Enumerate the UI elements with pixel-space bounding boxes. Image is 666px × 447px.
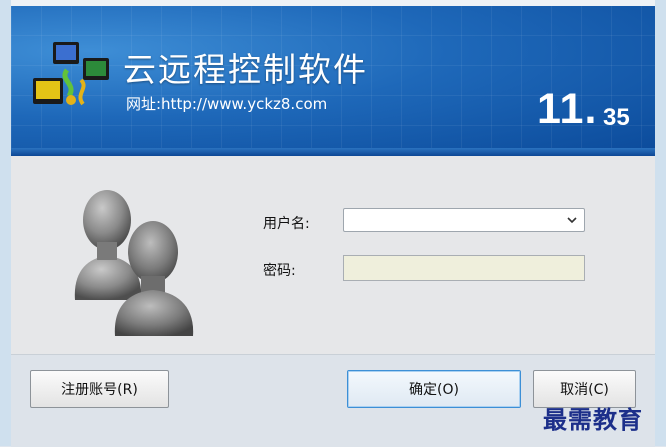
register-account-button[interactable]: 注册账号(R) (30, 370, 169, 408)
password-input[interactable] (343, 255, 585, 281)
version-minor: 35 (603, 104, 630, 131)
app-title: 云远程控制软件 (123, 50, 368, 89)
password-label: 密码: (263, 263, 296, 279)
login-panel: 用户名: 密码: (11, 156, 655, 354)
username-dropdown[interactable] (343, 208, 585, 232)
version-major: 11. (537, 85, 598, 133)
website-url: 网址:http://www.yckz8.com (126, 95, 328, 113)
header-banner: 云远程控制软件 网址:http://www.yckz8.com 11. 35 (11, 6, 655, 156)
network-computers-logo-icon (33, 42, 109, 106)
username-label: 用户名: (263, 216, 310, 232)
users-avatar-icon (74, 190, 194, 336)
chevron-down-icon[interactable] (566, 214, 578, 226)
watermark-text: 最需教育 (543, 405, 643, 434)
confirm-button[interactable]: 确定(O) (347, 370, 521, 408)
